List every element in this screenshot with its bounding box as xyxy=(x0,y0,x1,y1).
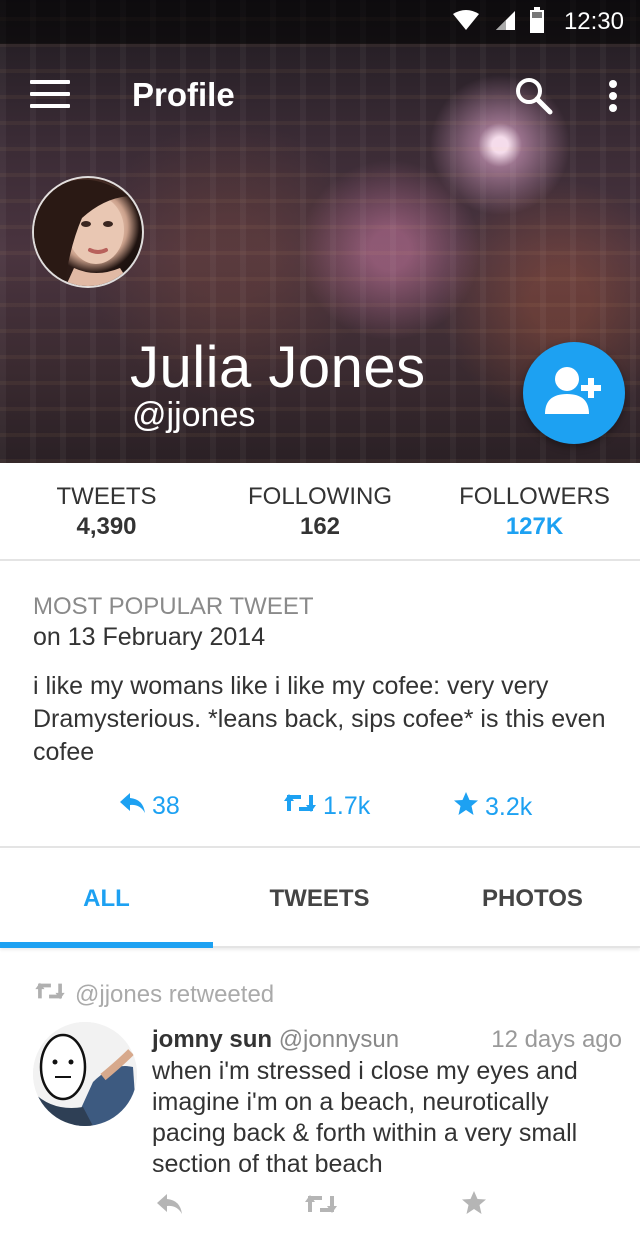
stat-value: 4,390 xyxy=(76,513,137,540)
retweeted-by-label: @jjones retweeted xyxy=(33,980,274,1009)
tweet-author-handle[interactable]: @jonnysun xyxy=(279,1026,399,1053)
stat-label: FOLLOWING xyxy=(247,483,392,510)
profile-tabs: ALL TWEETS PHOTOS xyxy=(0,850,640,948)
reply-icon xyxy=(118,791,146,822)
retweet-button[interactable]: 1.7k xyxy=(283,791,370,822)
stat-tweets[interactable]: TWEETS 4,390 xyxy=(34,483,179,541)
tweet-actions xyxy=(0,1188,640,1222)
stat-label: FOLLOWERS xyxy=(459,483,610,510)
tab-photos[interactable]: PHOTOS xyxy=(426,850,639,948)
active-tab-indicator xyxy=(0,942,213,948)
stat-following[interactable]: FOLLOWING 162 xyxy=(240,483,400,541)
menu-icon[interactable] xyxy=(30,80,70,110)
retweet-icon xyxy=(33,980,67,1009)
favorite-count: 3.2k xyxy=(485,793,533,821)
section-heading: MOST POPULAR TWEET xyxy=(33,593,314,620)
star-icon[interactable] xyxy=(461,1190,487,1221)
reply-icon[interactable] xyxy=(155,1192,183,1221)
profile-avatar[interactable] xyxy=(32,176,144,288)
search-icon[interactable] xyxy=(514,76,554,116)
profile-handle: @jjones xyxy=(132,396,256,434)
tab-all[interactable]: ALL xyxy=(0,850,213,948)
more-vert-icon[interactable] xyxy=(598,76,628,116)
page-title: Profile xyxy=(132,76,235,113)
most-popular-tweet-card[interactable]: MOST POPULAR TWEET on 13 February 2014 i… xyxy=(0,563,640,848)
tweet-header: jomny sun @jonnysun 12 days ago xyxy=(152,1026,622,1056)
tweet-actions: 38 1.7k 3.2k xyxy=(0,789,640,825)
tab-tweets[interactable]: TWEETS xyxy=(213,850,426,948)
retweeted-by-text: @jjones retweeted xyxy=(75,980,275,1008)
reply-count: 38 xyxy=(152,792,180,820)
retweet-icon[interactable] xyxy=(304,1192,338,1221)
tweet-date: on 13 February 2014 xyxy=(33,623,266,651)
add-person-icon xyxy=(543,366,605,421)
tweet-timestamp: 12 days ago xyxy=(491,1026,622,1053)
follow-button[interactable] xyxy=(523,342,625,444)
profile-name: Julia Jones xyxy=(130,335,426,400)
profile-stats: TWEETS 4,390 FOLLOWING 162 FOLLOWERS 127… xyxy=(0,463,640,561)
stat-value: 162 xyxy=(299,513,341,540)
signal-icon xyxy=(494,9,516,36)
status-time: 12:30 xyxy=(563,8,624,35)
tweet-author-avatar[interactable] xyxy=(33,1022,137,1126)
tweet-text: when i'm stressed i close my eyes and im… xyxy=(152,1057,578,1178)
retweet-icon xyxy=(283,791,317,822)
tweet-author-name[interactable]: jomny sun xyxy=(152,1026,272,1053)
battery-icon xyxy=(529,6,544,38)
star-icon xyxy=(453,791,479,824)
reply-button[interactable]: 38 xyxy=(118,791,180,822)
favorite-button[interactable]: 3.2k xyxy=(453,791,532,824)
stat-value: 127K xyxy=(505,513,564,540)
toolbar: Profile xyxy=(0,44,640,146)
retweet-count: 1.7k xyxy=(323,792,371,820)
wifi-icon xyxy=(452,9,480,36)
stat-label: TWEETS xyxy=(56,483,157,510)
stat-followers[interactable]: FOLLOWERS 127K xyxy=(452,483,617,541)
status-bar: 12:30 xyxy=(0,0,640,44)
tweet-text: i like my womans like i like my cofee: v… xyxy=(33,672,606,766)
